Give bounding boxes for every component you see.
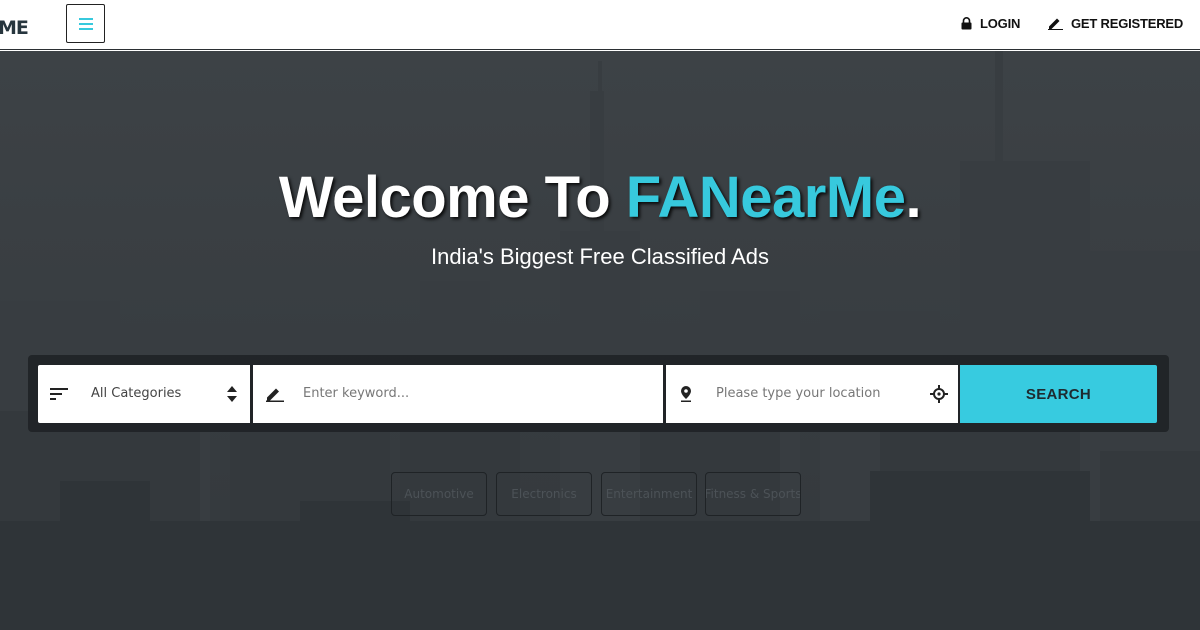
tag-fitness-sports[interactable]: Fitness & Sports: [705, 472, 801, 516]
crosshair-icon[interactable]: [930, 385, 948, 403]
location-placeholder: Please type your location: [716, 386, 881, 401]
tag-electronics[interactable]: Electronics: [496, 472, 592, 516]
register-link[interactable]: GET REGISTERED: [1048, 14, 1183, 32]
title-suffix: .: [905, 165, 922, 230]
hero-section: Welcome To FANearMe. India's Biggest Fre…: [0, 51, 1200, 630]
brand-name: FANearMe: [625, 165, 906, 230]
hamburger-icon: [78, 17, 93, 30]
search-button[interactable]: SEARCH: [960, 365, 1157, 423]
category-tags: Automotive Electronics Entertainment Fit…: [0, 472, 1200, 516]
lock-icon: [961, 16, 972, 29]
select-arrows-icon: [227, 386, 237, 402]
hero-subtitle: India's Biggest Free Classified Ads: [430, 244, 770, 269]
sort-icon: [50, 388, 68, 400]
map-pin-icon: [681, 386, 691, 402]
location-input[interactable]: Please type your location: [666, 365, 958, 423]
tag-entertainment[interactable]: Entertainment: [601, 472, 697, 516]
menu-toggle-button[interactable]: [66, 4, 105, 43]
category-value: All Categories: [91, 386, 182, 401]
login-link[interactable]: LOGIN: [961, 14, 1020, 32]
pencil-icon: [1048, 18, 1063, 30]
hero-title: Welcome To FANearMe.: [0, 164, 1200, 231]
search-bar: All Categories Enter keyword... Please t…: [28, 355, 1169, 432]
keyword-placeholder: Enter keyword...: [303, 386, 410, 401]
top-navbar: ME LOGIN GET REGISTERED: [0, 0, 1200, 50]
city-skyline-background: [0, 51, 1200, 630]
pencil-icon: [266, 388, 284, 402]
tag-automotive[interactable]: Automotive: [391, 472, 487, 516]
register-label: GET REGISTERED: [1071, 15, 1184, 31]
category-select[interactable]: All Categories: [38, 365, 250, 423]
title-prefix: Welcome To: [278, 165, 626, 230]
keyword-input[interactable]: Enter keyword...: [253, 365, 663, 423]
login-label: LOGIN: [980, 15, 1021, 31]
site-logo[interactable]: ME: [0, 17, 29, 39]
